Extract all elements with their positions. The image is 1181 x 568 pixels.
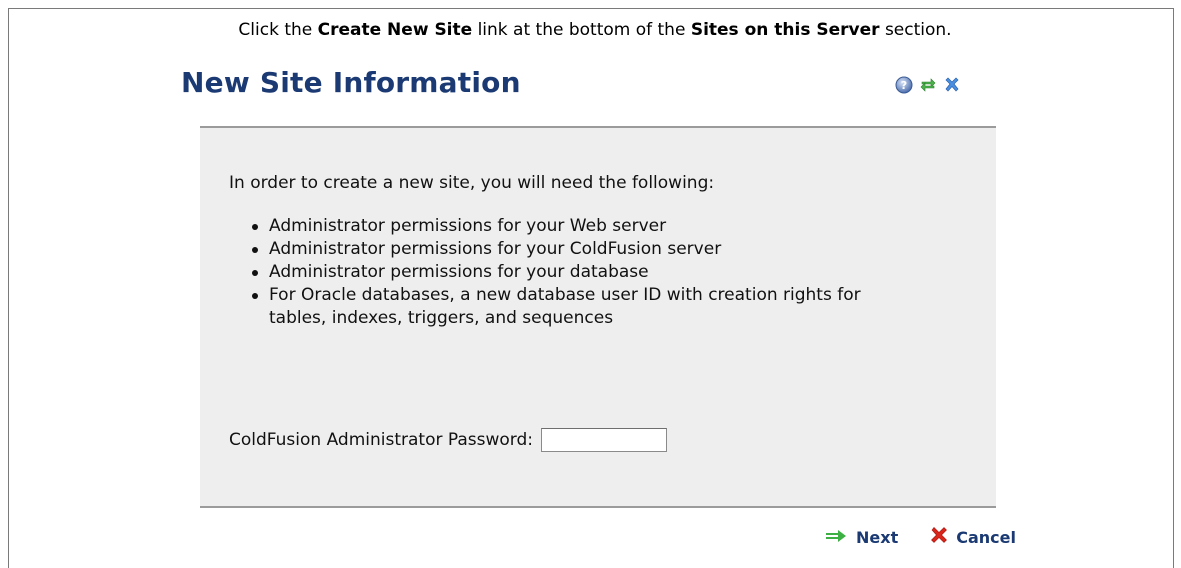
requirement-text: Administrator permissions for your Web s… [269, 216, 667, 236]
intro-text: In order to create a new site, you will … [229, 173, 715, 193]
requirements-list: Administrator permissions for your Web s… [250, 215, 890, 330]
list-item: Administrator permissions for your datab… [250, 261, 890, 284]
close-icon[interactable] [943, 76, 961, 94]
cancel-button[interactable]: Cancel [930, 526, 1016, 548]
list-item: For Oracle databases, a new database use… [250, 284, 890, 330]
list-item: Administrator permissions for your Web s… [250, 215, 890, 238]
next-label: Next [856, 527, 899, 547]
dialog-title: New Site Information [181, 66, 521, 99]
help-icon[interactable]: ? [895, 76, 913, 94]
cancel-x-icon [930, 526, 948, 548]
bullet-icon [252, 293, 258, 299]
password-label: ColdFusion Administrator Password: [229, 430, 533, 450]
next-button[interactable]: Next [826, 528, 898, 547]
arrow-right-icon [826, 528, 848, 547]
refresh-icon[interactable] [919, 76, 937, 94]
requirement-text: For Oracle databases, a new database use… [269, 285, 861, 328]
panel-bottom-divider [200, 506, 996, 508]
instruction-suffix: section. [879, 20, 952, 40]
instruction-middle: link at the bottom of the [472, 20, 691, 40]
requirement-text: Administrator permissions for your ColdF… [269, 239, 722, 259]
instruction-section-name: Sites on this Server [690, 20, 880, 40]
cancel-label: Cancel [956, 527, 1016, 547]
password-field[interactable] [541, 428, 667, 452]
action-bar: Next Cancel [826, 526, 1016, 548]
title-icons: ? [895, 76, 961, 94]
dialog-panel: In order to create a new site, you will … [200, 128, 996, 506]
password-row: ColdFusion Administrator Password: [229, 428, 667, 452]
svg-text:?: ? [901, 79, 907, 92]
bullet-icon [252, 224, 258, 230]
instruction-prefix: Click the [238, 20, 318, 40]
instruction-text: Click the Create New Site link at the bo… [0, 20, 1181, 40]
instruction-link-name: Create New Site [317, 20, 473, 40]
list-item: Administrator permissions for your ColdF… [250, 238, 890, 261]
bullet-icon [252, 247, 258, 253]
bullet-icon [252, 270, 258, 276]
requirement-text: Administrator permissions for your datab… [269, 262, 649, 282]
